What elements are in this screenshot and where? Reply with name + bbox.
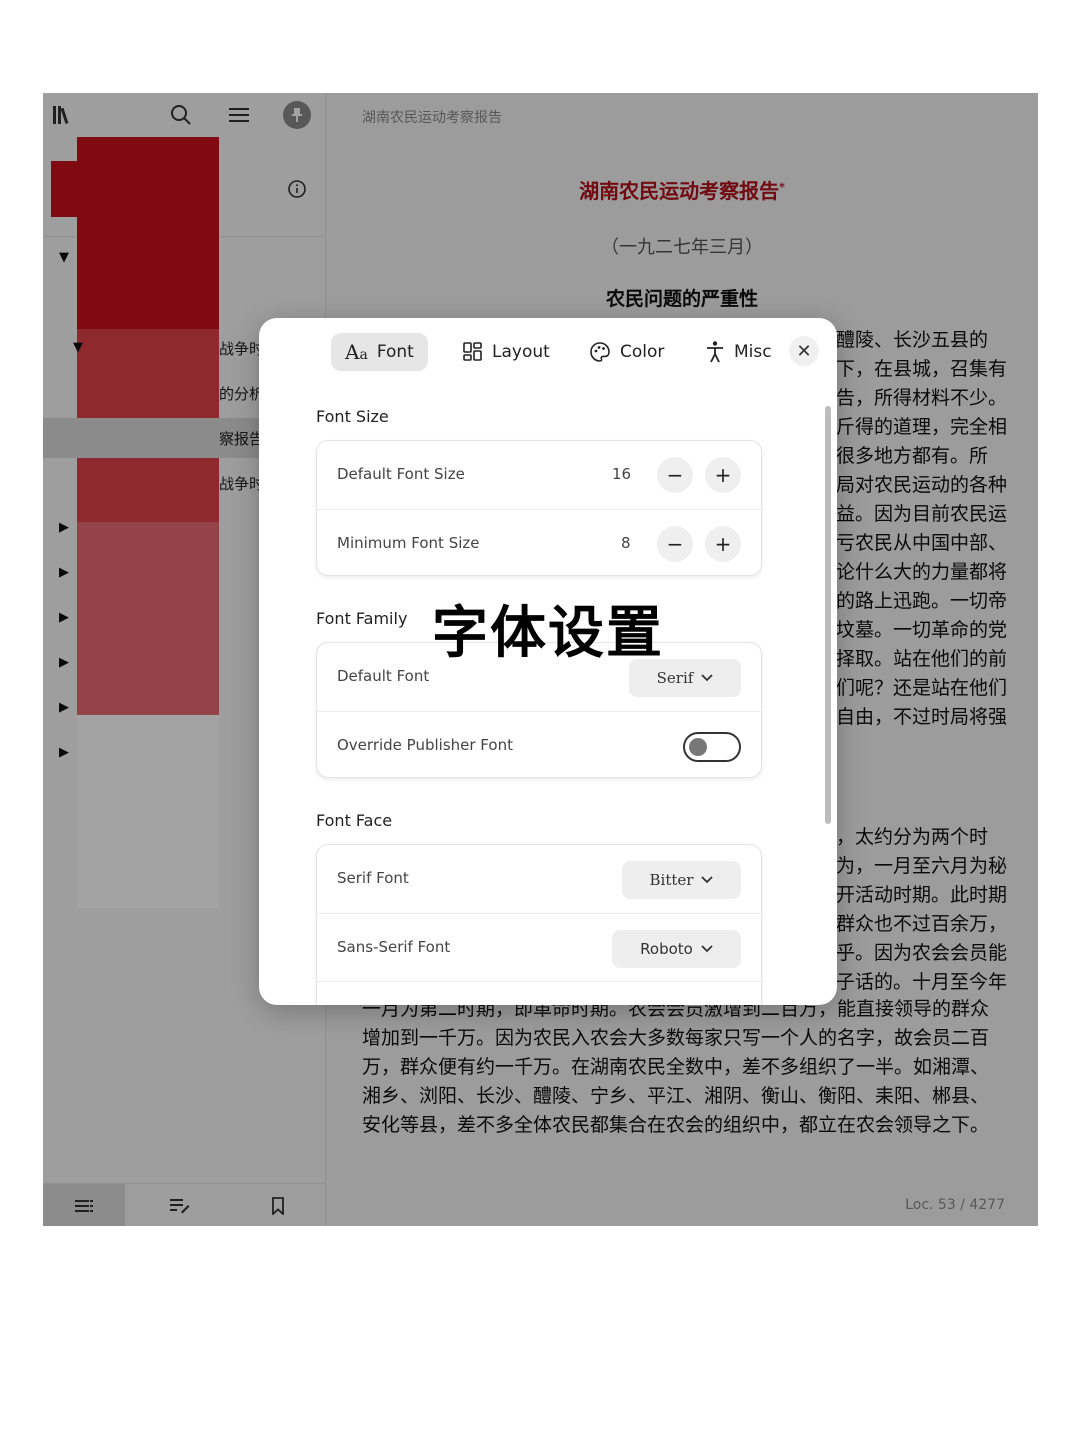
close-button[interactable]: ✕ xyxy=(789,336,819,366)
font-face-card: Serif Font Bitter Sans-Serif Font Roboto xyxy=(316,844,763,1005)
palette-icon xyxy=(590,342,610,362)
toggle-knob xyxy=(689,738,707,756)
override-publisher-font-toggle[interactable] xyxy=(683,732,741,762)
scrollbar-thumb[interactable] xyxy=(825,406,831,824)
font-size-card: Default Font Size 16 − + Minimum Font Si… xyxy=(316,440,763,577)
sans-serif-font-select[interactable]: Roboto xyxy=(612,930,741,968)
section-font-face: Font Face xyxy=(316,811,393,830)
tab-color[interactable]: Color xyxy=(575,333,678,371)
decrease-default-font-button[interactable]: − xyxy=(657,457,693,493)
caption-overlay: 字体设置 xyxy=(432,601,664,666)
minimum-font-size-value: 8 xyxy=(621,534,631,552)
serif-font-select[interactable]: Bitter xyxy=(622,861,741,899)
dialog-scrollbar[interactable] xyxy=(823,392,833,996)
chevron-down-icon xyxy=(701,674,713,682)
font-icon: Aa xyxy=(345,340,368,364)
tab-font[interactable]: Aa Font xyxy=(331,333,428,371)
default-font-size-value: 16 xyxy=(612,465,632,483)
section-font-family: Font Family xyxy=(316,609,408,628)
layout-icon xyxy=(463,342,482,361)
settings-tabs: Aa Font Layout Color Misc ✕ xyxy=(259,318,837,384)
section-font-size: Font Size xyxy=(316,407,389,426)
close-icon: ✕ xyxy=(796,340,812,362)
sans-serif-font-row: Sans-Serif Font Roboto xyxy=(317,913,763,981)
minus-icon: − xyxy=(666,463,684,487)
override-publisher-font-row: Override Publisher Font xyxy=(317,711,763,779)
minus-icon: − xyxy=(666,532,684,556)
increase-default-font-button[interactable]: + xyxy=(705,457,741,493)
tab-layout[interactable]: Layout xyxy=(449,333,564,371)
minimum-font-size-row: Minimum Font Size 8 − + xyxy=(317,509,763,577)
plus-icon: + xyxy=(714,463,732,487)
tab-misc[interactable]: Misc xyxy=(691,333,786,371)
chevron-down-icon xyxy=(701,876,714,884)
serif-font-row: Serif Font Bitter xyxy=(317,845,763,913)
accessibility-icon xyxy=(707,341,723,363)
increase-minimum-font-button[interactable]: + xyxy=(705,526,741,562)
default-font-size-row: Default Font Size 16 − + xyxy=(317,441,763,509)
monospace-font-row xyxy=(317,981,763,1005)
chevron-down-icon xyxy=(701,945,713,953)
decrease-minimum-font-button[interactable]: − xyxy=(657,526,693,562)
plus-icon: + xyxy=(714,532,732,556)
